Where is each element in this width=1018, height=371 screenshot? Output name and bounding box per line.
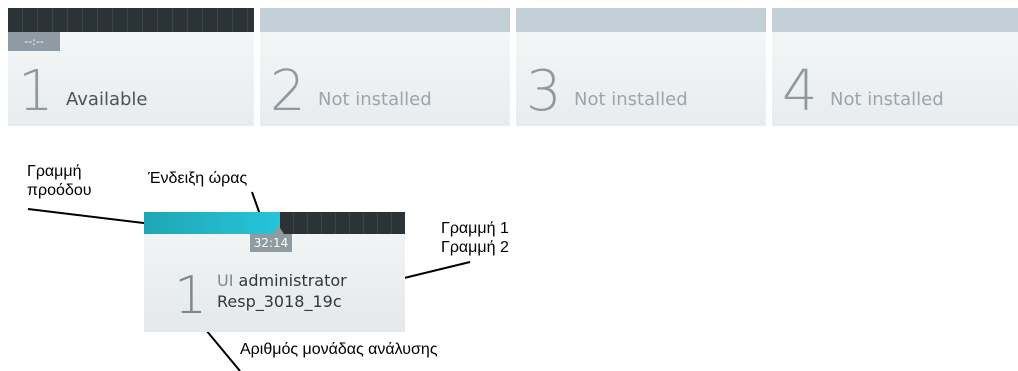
callout-progress-bar-line1: Γραμμή bbox=[27, 163, 82, 180]
detail-line1-rest: administrator bbox=[238, 271, 347, 290]
detail-time-display: 32:14 bbox=[250, 234, 292, 252]
progress-fill bbox=[144, 212, 280, 234]
detail-line1-prefix: UI bbox=[217, 271, 234, 290]
time-pointer-icon bbox=[272, 225, 284, 234]
detail-line1: UI administrator bbox=[217, 271, 347, 290]
callout-line2: Γραμμή 2 bbox=[441, 239, 509, 256]
callout-line1: Γραμμή 1 bbox=[441, 220, 509, 237]
detail-module-number: 1 bbox=[174, 266, 208, 326]
callout-time-display: Ένδειξη ώρας bbox=[148, 170, 248, 187]
detail-line2: Resp_3018_19c bbox=[217, 292, 342, 311]
detail-module-tile[interactable]: 32:14 1 UI administrator Resp_3018_19c bbox=[144, 212, 405, 332]
leader-progress-bar bbox=[27, 208, 153, 225]
leader-lines-1-2 bbox=[395, 261, 471, 281]
progress-remaining bbox=[280, 212, 405, 234]
callout-progress-bar-line2: προόδου bbox=[27, 182, 92, 199]
callout-module-number: Αριθμός μονάδας ανάλυσης bbox=[240, 341, 438, 358]
